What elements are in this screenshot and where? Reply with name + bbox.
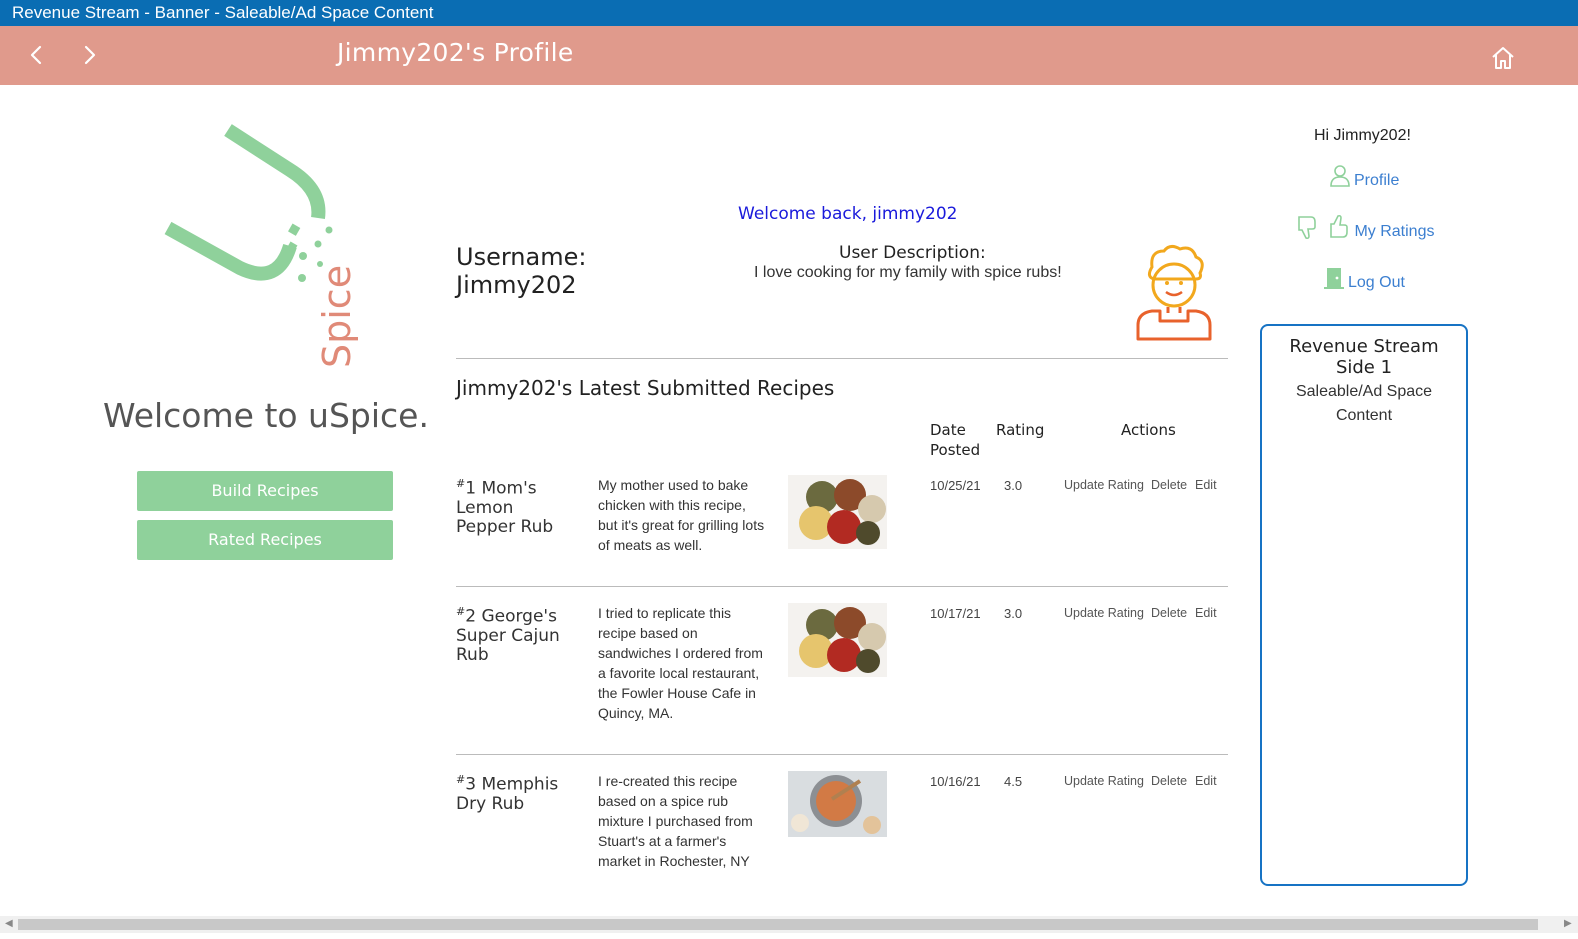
date-posted: 10/17/21	[930, 606, 981, 621]
edit-link[interactable]: Edit	[1195, 478, 1217, 492]
recipe-description: I tried to replicate this recipe based o…	[598, 605, 763, 721]
username-block: Username: Jimmy202	[456, 243, 586, 299]
thumbs-down-icon	[1298, 216, 1316, 240]
door-icon	[1324, 268, 1344, 289]
delete-link[interactable]: Delete	[1151, 606, 1187, 620]
col-header-actions: Actions	[1121, 421, 1176, 439]
update-rating-link[interactable]: Update Rating	[1064, 606, 1144, 620]
my-ratings-link[interactable]: My Ratings	[1296, 214, 1434, 241]
col-header-rating: Rating	[996, 421, 1045, 439]
chevron-right-icon	[84, 45, 96, 65]
rated-recipes-button[interactable]: Rated Recipes	[137, 520, 393, 560]
greeting: Hi Jimmy202!	[1314, 127, 1411, 144]
recipe-name[interactable]: #3 Memphis Dry Rub	[456, 770, 576, 814]
edit-link[interactable]: Edit	[1195, 774, 1217, 788]
scroll-left-icon[interactable]: ◀	[5, 918, 13, 929]
recipe-thumbnail[interactable]	[788, 603, 887, 677]
recipes-section-title: Jimmy202's Latest Submitted Recipes	[456, 376, 835, 400]
edit-link[interactable]: Edit	[1195, 606, 1217, 620]
user-avatar-icon	[1130, 243, 1218, 343]
col-header-date: Date Posted	[930, 421, 981, 459]
rating-value: 4.5	[1004, 774, 1023, 789]
user-icon	[1330, 165, 1350, 187]
chevron-left-icon	[30, 45, 42, 65]
recipe-description: I re-created this recipe based on a spic…	[598, 773, 753, 869]
divider	[456, 586, 1228, 587]
welcome-heading: Welcome to uSpice.	[103, 396, 429, 435]
recipe-description: My mother used to bake chicken with this…	[598, 477, 765, 553]
username-value: Jimmy202	[456, 271, 577, 299]
back-button[interactable]	[22, 40, 52, 70]
forward-button[interactable]	[74, 40, 104, 70]
update-rating-link[interactable]: Update Rating	[1064, 774, 1144, 788]
delete-link[interactable]: Delete	[1151, 774, 1187, 788]
side-ad-space[interactable]: Revenue Stream Side 1 Saleable/Ad Space …	[1260, 324, 1468, 886]
ad-subtitle: Saleable/Ad Space Content	[1295, 383, 1433, 424]
recipe-name[interactable]: #2 George's Super Cajun Rub	[456, 602, 576, 665]
thumbs-up-icon	[1330, 214, 1349, 238]
welcome-back-message: Welcome back, jimmy202	[738, 204, 958, 224]
recipe-thumbnail[interactable]	[788, 475, 887, 549]
header-bar: Jimmy202's Profile	[0, 26, 1578, 85]
divider	[456, 358, 1228, 359]
log-out-link[interactable]: Log Out	[1324, 266, 1405, 292]
date-posted: 10/25/21	[930, 478, 981, 493]
build-recipes-button[interactable]: Build Recipes	[137, 471, 393, 511]
delete-link[interactable]: Delete	[1151, 478, 1187, 492]
rating-value: 3.0	[1004, 606, 1023, 621]
horizontal-scrollbar[interactable]: ◀ ▶	[0, 916, 1578, 933]
user-description-label: User Description:	[839, 243, 986, 263]
svg-text:Spice: Spice	[315, 265, 359, 368]
recipe-thumbnail[interactable]	[788, 771, 887, 837]
recipe-name[interactable]: #1 Mom's Lemon Pepper Rub	[456, 474, 576, 537]
uspice-logo: Spice	[150, 118, 380, 378]
divider	[456, 754, 1228, 755]
scrollbar-thumb[interactable]	[18, 919, 1538, 930]
top-ad-banner: Revenue Stream - Banner - Saleable/Ad Sp…	[0, 0, 1578, 26]
profile-link[interactable]: Profile	[1330, 165, 1399, 190]
home-icon	[1492, 47, 1514, 69]
date-posted: 10/16/21	[930, 774, 981, 789]
page-title: Jimmy202's Profile	[337, 38, 574, 67]
username-label: Username:	[456, 243, 587, 271]
home-button[interactable]	[1489, 44, 1517, 72]
rating-value: 3.0	[1004, 478, 1023, 493]
scroll-right-icon[interactable]: ▶	[1564, 918, 1572, 929]
update-rating-link[interactable]: Update Rating	[1064, 478, 1144, 492]
ad-title: Revenue Stream Side 1	[1289, 336, 1439, 378]
user-description-text: I love cooking for my family with spice …	[754, 264, 1062, 281]
